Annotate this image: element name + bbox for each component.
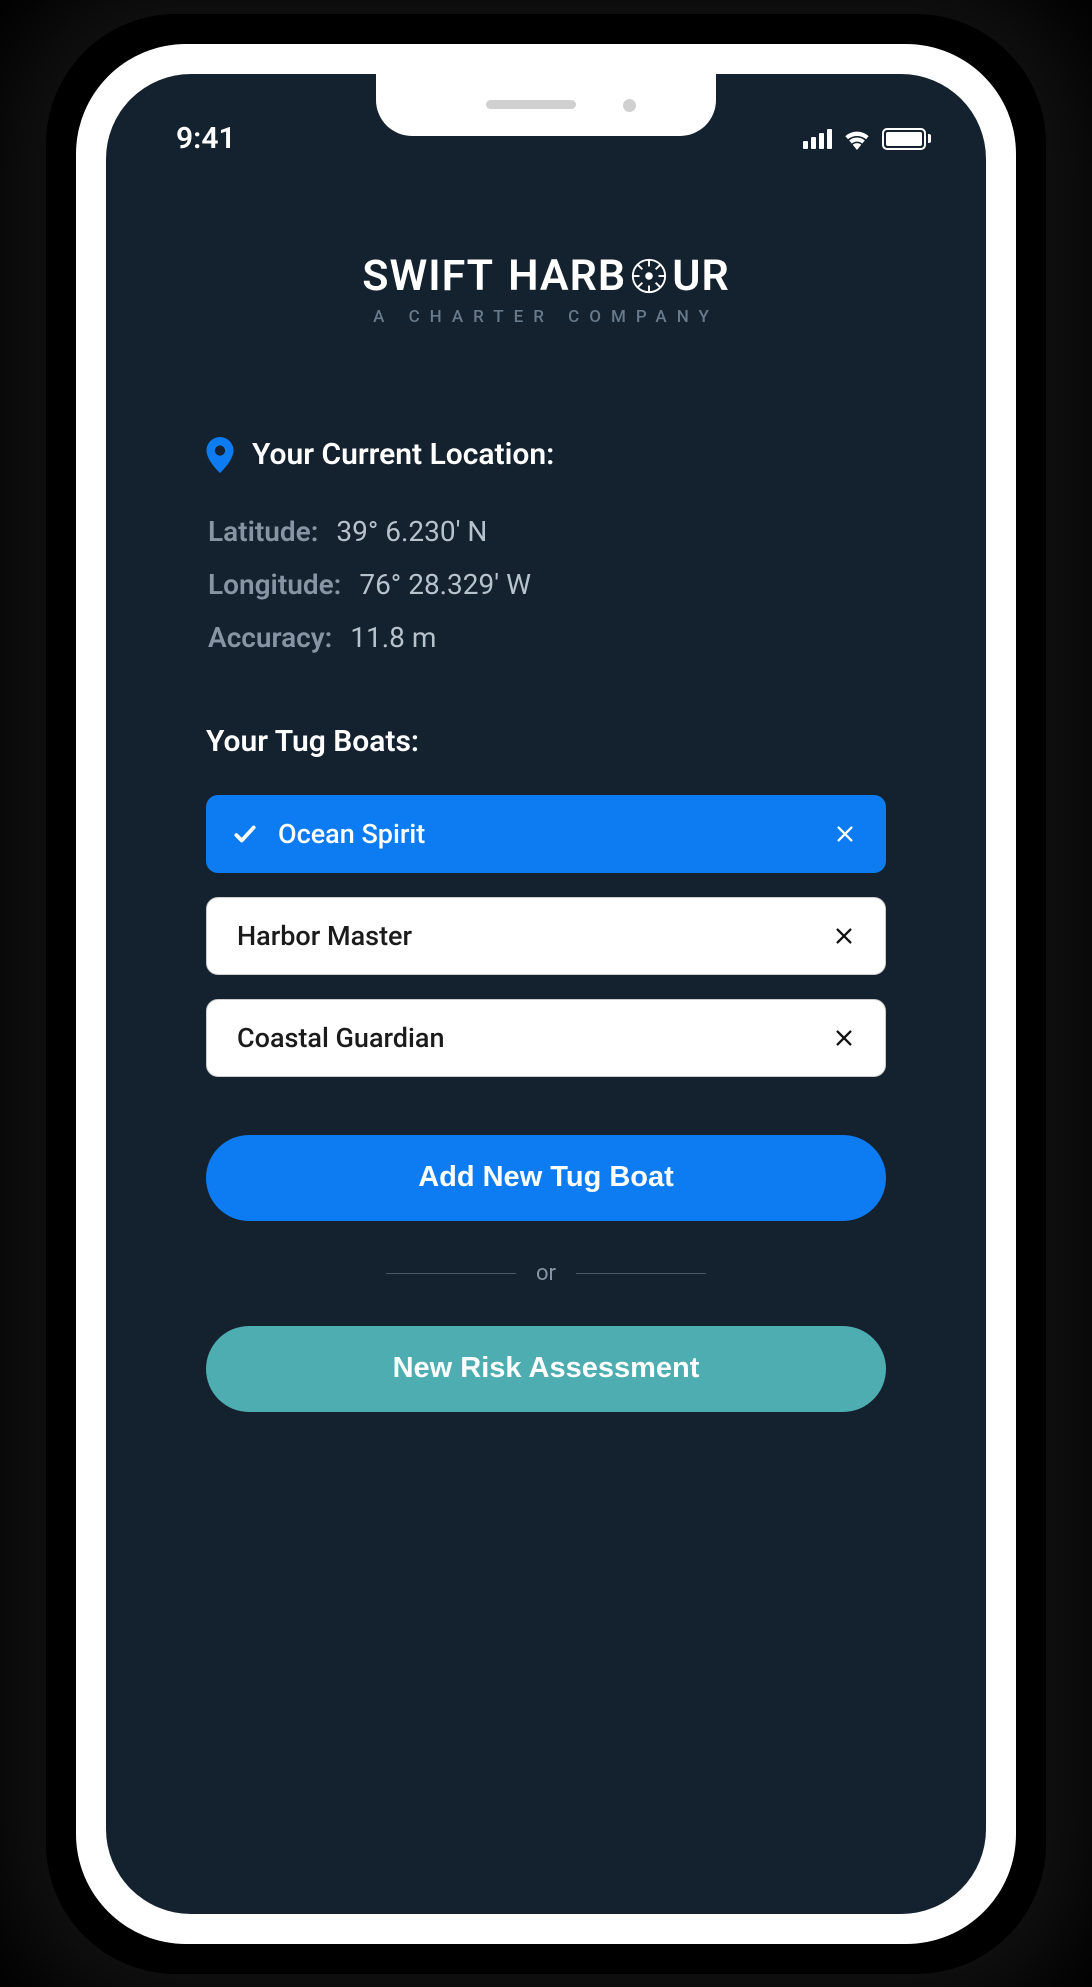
notch-speaker xyxy=(486,100,576,109)
compass-icon xyxy=(629,256,669,296)
cellular-signal-icon xyxy=(803,129,832,149)
divider-line xyxy=(576,1273,706,1274)
accuracy-label: Accuracy: xyxy=(208,621,332,654)
boat-name: Harbor Master xyxy=(237,920,412,952)
phone-mockup: 9:41 SWIFT xyxy=(76,44,1016,1944)
tug-boat-list: Ocean Spirit Harbor Master Coastal Guard… xyxy=(206,795,886,1077)
tug-boat-item[interactable]: Harbor Master xyxy=(206,897,886,975)
boat-name: Coastal Guardian xyxy=(237,1022,444,1054)
longitude-label: Longitude: xyxy=(208,568,341,601)
main-content: SWIFT HARB xyxy=(106,166,986,1412)
logo-part3: UR xyxy=(672,251,730,301)
location-header: Your Current Location: xyxy=(206,437,886,473)
battery-icon xyxy=(882,128,931,150)
logo-part1: SWIFT xyxy=(362,251,494,301)
location-pin-icon xyxy=(206,437,234,473)
tug-boat-item[interactable]: Coastal Guardian xyxy=(206,999,886,1077)
add-tug-boat-button[interactable]: Add New Tug Boat xyxy=(206,1135,886,1221)
new-risk-assessment-button[interactable]: New Risk Assessment xyxy=(206,1326,886,1412)
longitude-row: Longitude: 76° 28.329' W xyxy=(208,568,886,601)
location-title: Your Current Location: xyxy=(252,437,554,472)
longitude-value: 76° 28.329' W xyxy=(359,568,531,601)
logo-subtitle: A CHARTER COMPANY xyxy=(206,307,886,327)
latitude-label: Latitude: xyxy=(208,515,318,548)
notch-camera xyxy=(623,99,636,112)
latitude-row: Latitude: 39° 6.230' N xyxy=(208,515,886,548)
app-logo: SWIFT HARB xyxy=(206,251,886,327)
phone-screen: 9:41 SWIFT xyxy=(106,74,986,1914)
accuracy-row: Accuracy: 11.8 m xyxy=(208,621,886,654)
boat-name: Ocean Spirit xyxy=(278,818,425,850)
location-details: Latitude: 39° 6.230' N Longitude: 76° 28… xyxy=(206,515,886,654)
logo-part2: HARB xyxy=(508,251,626,301)
divider-line xyxy=(386,1273,516,1274)
boats-header: Your Tug Boats: xyxy=(206,724,886,759)
close-icon[interactable] xyxy=(833,1027,855,1049)
latitude-value: 39° 6.230' N xyxy=(336,515,487,548)
tug-boat-item-selected[interactable]: Ocean Spirit xyxy=(206,795,886,873)
divider-text: or xyxy=(536,1261,556,1286)
close-icon[interactable] xyxy=(834,823,856,845)
close-icon[interactable] xyxy=(833,925,855,947)
logo-main: SWIFT HARB xyxy=(206,251,886,301)
accuracy-value: 11.8 m xyxy=(350,621,436,654)
status-time: 9:41 xyxy=(176,121,236,156)
check-icon xyxy=(232,821,258,847)
status-icons xyxy=(803,128,931,150)
divider: or xyxy=(206,1261,886,1286)
wifi-icon xyxy=(842,128,872,150)
phone-notch xyxy=(376,74,716,136)
